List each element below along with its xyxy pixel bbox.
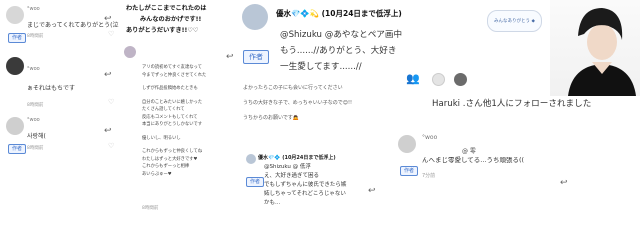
reply-line: うちからのお願いです🙇 bbox=[243, 115, 300, 121]
letter-line: これからもずっと仲良くしてね bbox=[142, 149, 203, 154]
speech-bubble-text: みんなありがとう ◆ bbox=[494, 19, 535, 24]
nested-reply-body: @Shizuku @ 低浮 え、大好き過ぎて困る でもしずちゃんに彼氏できたら嫉… bbox=[264, 163, 374, 208]
letter-line: 今までずっと仲良くさせてくれた bbox=[142, 72, 207, 78]
comment-time: 8時間前 bbox=[142, 206, 159, 211]
letter-line: 反応もコメントもしてくれて bbox=[142, 114, 198, 120]
follow-notification-text: Haruki .さん他1人にフォローされました bbox=[432, 99, 592, 109]
comment-time: 8時間前 bbox=[27, 146, 44, 151]
author-badge: 作者 bbox=[400, 157, 419, 176]
comment-handle[interactable]: °woo bbox=[27, 66, 40, 72]
letter-body: アリの読初めてすぐ友達なって 今までずっと仲良くさせてくれた しずが作品投稿始め… bbox=[142, 64, 237, 178]
like-icon[interactable]: ♡ bbox=[108, 98, 114, 106]
avatar[interactable] bbox=[242, 4, 268, 30]
like-icon[interactable]: ♡ bbox=[108, 30, 114, 38]
avatar[interactable] bbox=[246, 154, 256, 164]
follower-avatar[interactable] bbox=[432, 73, 445, 86]
comment-panel-1: °woo ↩ 作者 まじであってくれてありがとう(泣 8時間前 ♡ °woo ↩… bbox=[0, 0, 120, 240]
like-icon[interactable]: ♡ bbox=[108, 142, 114, 150]
notification-panel: みんなありがとう ◆ 👥 Haruki .さん他1人にフォローされました °wo… bbox=[392, 0, 640, 240]
comment-text: んへまじ零愛してる...うち頑張る(( bbox=[422, 156, 525, 164]
comment-time: 8時間前 bbox=[27, 34, 44, 39]
comment-line: 妬しちゃってそれどころじゃない bbox=[264, 191, 346, 197]
speech-bubble: みんなありがとう ◆ bbox=[487, 10, 542, 32]
letter-line: 自分のことみたいに嬉しかった bbox=[142, 99, 203, 105]
avatar[interactable] bbox=[124, 46, 136, 58]
letter-heading: わたしがここまでこれたのは みんなのおかげです!! ありがとうだいすき!!♡♡ bbox=[126, 3, 240, 36]
avatar[interactable] bbox=[6, 117, 24, 135]
letter-panel: わたしがここまでこれたのは みんなのおかげです!! ありがとうだいすき!!♡♡ … bbox=[122, 0, 238, 240]
letter-line: 本当にありがとうしかないです bbox=[142, 122, 203, 127]
reply-body: よかったらこの子にも会いに行ってください うちの大好きな子で、めっちゃいい子なの… bbox=[243, 84, 383, 122]
author-badge: 作者 bbox=[8, 135, 27, 154]
heading-line: わたしがここまでこれたのは bbox=[126, 5, 207, 12]
letter-line: しずが作品投稿始めたときも bbox=[142, 86, 198, 91]
mention-line: @ 零 bbox=[462, 148, 476, 155]
letter-line: わたしはずっと大好きです♥ bbox=[142, 156, 198, 162]
reply-icon[interactable]: ↩ bbox=[104, 62, 112, 81]
comment-text: まじであってくれてありがとう(泣 bbox=[27, 22, 119, 29]
comment-handle[interactable]: °woo bbox=[27, 6, 40, 12]
author-badge: 作者 bbox=[246, 168, 265, 187]
letter-line: 優しいし、明るいし bbox=[142, 135, 181, 141]
author-badge: 作者 bbox=[243, 44, 269, 64]
comment-handle[interactable]: °woo bbox=[422, 134, 437, 141]
reply-icon[interactable]: ↩ bbox=[560, 170, 568, 189]
comment-line: え、大好き過ぎて困る bbox=[264, 173, 320, 179]
author-badge: 作者 bbox=[8, 24, 27, 43]
reply-icon[interactable]: ↩ bbox=[104, 118, 112, 137]
comment-handle[interactable]: °woo bbox=[27, 117, 40, 123]
heading-line: ありがとうだいすき!!♡♡ bbox=[126, 27, 199, 34]
comment-time: 7分前 bbox=[422, 173, 436, 179]
letter-line: あいらぶゅー♥ bbox=[142, 171, 172, 177]
reply-icon[interactable]: ↩ bbox=[226, 44, 234, 63]
avatar[interactable] bbox=[6, 57, 24, 75]
letter-line: これからもずーっと相棒 bbox=[142, 164, 190, 169]
follower-avatar[interactable] bbox=[454, 73, 467, 86]
avatar[interactable] bbox=[6, 6, 24, 24]
comment-line: でもしずちゃんに彼氏できたら嫉 bbox=[264, 182, 347, 188]
letter-line: たくさん話してくれて bbox=[142, 107, 185, 112]
people-icon: 👥 bbox=[406, 72, 420, 85]
comment-time: 8時間前 bbox=[27, 103, 44, 108]
nested-commenter-name[interactable]: 優水💎💠 (10月24日まで低浮上) bbox=[258, 154, 336, 161]
heading-line: みんなのおかげです!! bbox=[140, 16, 202, 23]
person-illustration bbox=[568, 8, 636, 96]
reply-line: うちの大好きな子で、めっちゃいい子なので😊!! bbox=[243, 100, 353, 106]
comment-text: 사랑해( bbox=[27, 133, 46, 140]
reply-line: よかったらこの子にも会いに行ってください bbox=[243, 85, 343, 91]
comment-line: かも... bbox=[264, 200, 281, 206]
profile-photo bbox=[550, 0, 640, 96]
commenter-name[interactable]: 優水💎💠💫 (10月24日まで低浮上) bbox=[276, 8, 402, 19]
avatar[interactable] bbox=[398, 135, 416, 153]
mention-line: @Shizuku @ 低浮 bbox=[264, 164, 311, 170]
reply-icon[interactable]: ↩ bbox=[368, 178, 376, 197]
profile-comment-panel: 優水💎💠💫 (10月24日まで低浮上) 作者 @Shizuku @あやなとペア画… bbox=[240, 0, 402, 240]
letter-line: アリの読初めてすぐ友達なって bbox=[142, 65, 202, 70]
comment-text: ぁそれはもちです bbox=[27, 85, 76, 92]
